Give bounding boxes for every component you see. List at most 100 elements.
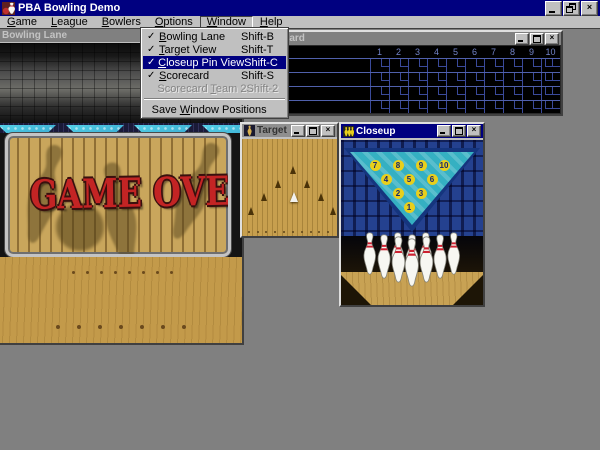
frame-pin-box (495, 87, 503, 95)
approach-dot (77, 325, 81, 329)
frame-pin-box (438, 101, 446, 109)
scorecard-header-row: 12345678910 (253, 46, 560, 58)
lane-arrow-icon (330, 207, 336, 215)
menu-item-scorecard-team-2[interactable]: Scorecard Team 2Shift-2 (143, 82, 286, 95)
scorecard-frame-cell (446, 73, 465, 86)
frame-pin-box (476, 87, 484, 95)
scorecard-frame-cell (484, 101, 503, 114)
scorecard-frame-cell (389, 73, 408, 86)
maximize-button[interactable] (530, 33, 544, 45)
frame-pin-box (400, 73, 408, 81)
frame-number-header: 10 (541, 46, 560, 58)
game-over-sign: GAME OVER (5, 133, 231, 257)
menu-item-save-window-positions[interactable]: Save Window Positions (143, 103, 286, 116)
scorecard-frame-cell (465, 73, 484, 86)
frame-number-header: 6 (465, 46, 484, 58)
scorecard-frame-cell (427, 73, 446, 86)
frame-pin-box (400, 87, 408, 95)
main-titlebar[interactable]: PBA Bowling Demo × (0, 0, 600, 16)
scorecard-frame-cell (446, 59, 465, 72)
frame-pin-box (419, 73, 427, 81)
maximize-button[interactable] (306, 125, 320, 137)
scorecard-frame-cell (541, 101, 560, 114)
scorecard-titlebar[interactable]: Scorecard × (252, 32, 561, 45)
menu-item-shortcut: Shift-B (241, 31, 283, 43)
scorecard-frame-cell (484, 59, 503, 72)
closeup-window: Closeup × 78910456231 (339, 122, 485, 307)
frame-pin-box (457, 73, 465, 81)
lane-dot (283, 231, 285, 233)
close-button[interactable]: × (467, 125, 481, 137)
menu-item-shortcut: Shift-2 (247, 83, 284, 95)
menu-item-closeup-pin-view[interactable]: ✓Closeup Pin ViewShift-C (143, 56, 286, 69)
scorecard-player-row (253, 86, 560, 100)
frame-pin-box (438, 59, 446, 67)
main-window-controls: × (545, 1, 598, 16)
frame-number-header: 1 (370, 46, 389, 58)
scorecard-frame-cell (503, 87, 522, 100)
frame-pin-box (438, 73, 446, 81)
minimize-button[interactable] (545, 1, 562, 16)
close-button[interactable]: × (545, 33, 559, 45)
target-title: Target (257, 125, 287, 136)
app-icon (2, 2, 15, 15)
close-button[interactable]: × (581, 1, 598, 16)
frame-pin-box (514, 73, 522, 81)
scorecard-window: Scorecard × 12345678910 (250, 30, 563, 116)
approach-dot (161, 325, 165, 329)
menubar: GameLeagueBowlersOptionsWindowHelp (0, 16, 600, 28)
scorecard-frame-cell (408, 59, 427, 72)
scorecard-frame-cell (484, 87, 503, 100)
frame-number-header: 3 (408, 46, 427, 58)
scorecard-grid: 12345678910 (252, 45, 561, 114)
approach-dot (128, 271, 131, 274)
menu-separator (144, 98, 285, 100)
scorecard-frame-cell (370, 59, 389, 72)
menu-item-scorecard[interactable]: ✓ScorecardShift-S (143, 69, 286, 82)
closeup-title: Closeup (356, 126, 395, 137)
menu-item-target-view[interactable]: ✓Target ViewShift-T (143, 43, 286, 56)
frame-pin-box (457, 101, 465, 109)
menubar-item-league[interactable]: League (44, 16, 95, 28)
restore-icon (566, 3, 576, 12)
frame-pin-box (438, 87, 446, 95)
lane-arrow-icon (290, 166, 296, 174)
approach-dot (100, 271, 103, 274)
minimize-button[interactable] (437, 125, 451, 137)
lane-dot (310, 231, 312, 233)
aim-cursor-icon[interactable] (290, 192, 298, 202)
frame-pin-box (400, 59, 408, 67)
menu-item-label: Target View (159, 44, 216, 56)
minimize-button[interactable] (515, 33, 529, 45)
lane-dot (265, 231, 267, 233)
menubar-item-game[interactable]: Game (0, 16, 44, 28)
frame-pin-box (545, 73, 553, 81)
scorecard-player-row (253, 100, 560, 114)
lane-dot (274, 231, 276, 233)
bowling-pin (403, 238, 421, 287)
scorecard-frame-cell (408, 101, 427, 114)
closeup-titlebar[interactable]: Closeup × (341, 124, 483, 138)
close-button[interactable]: × (321, 125, 335, 137)
restore-button[interactable] (563, 1, 580, 16)
lane-arrow-icon (275, 180, 281, 188)
frame-number-header: 7 (484, 46, 503, 58)
target-titlebar[interactable]: Target × (242, 124, 337, 137)
menu-item-shortcut: Shift-C (244, 57, 283, 69)
target-window: Target × (240, 122, 339, 238)
frame-pin-box (419, 59, 427, 67)
minimize-button[interactable] (291, 125, 305, 137)
frame-pin-box (381, 59, 389, 67)
frame-number-header: 5 (446, 46, 465, 58)
scorecard-frame-cell (427, 59, 446, 72)
scorecard-frame-cell (370, 73, 389, 86)
maximize-button[interactable] (452, 125, 466, 137)
pin-number-4: 4 (381, 174, 392, 185)
scorecard-frame-cell (408, 87, 427, 100)
frame-pin-box (545, 101, 553, 109)
frame-pin-box (552, 101, 560, 109)
frame-number-header: 4 (427, 46, 446, 58)
menu-item-label: Save Window Positions (152, 104, 267, 116)
menu-item-bowling-lane[interactable]: ✓Bowling LaneShift-B (143, 30, 286, 43)
frame-pin-box (476, 59, 484, 67)
